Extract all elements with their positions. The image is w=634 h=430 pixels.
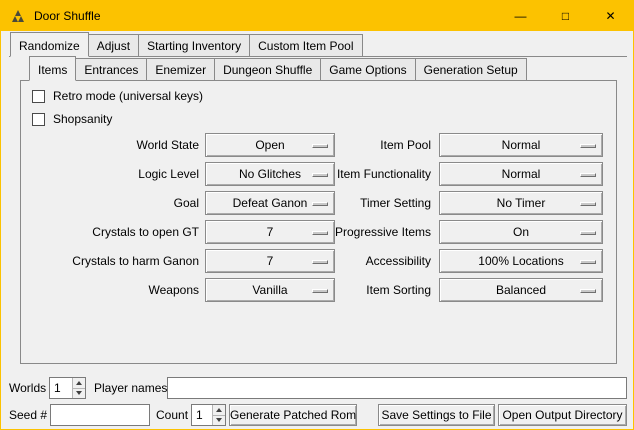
dropdown-indicator-icon [580,260,596,264]
tab-items[interactable]: Items [29,56,76,81]
player-names-input[interactable] [167,377,627,399]
count-spinbox[interactable]: 1 [191,404,226,426]
checkbox-box [32,113,45,126]
save-settings-button[interactable]: Save Settings to File [378,404,495,426]
dropdown-indicator-icon [580,202,596,206]
window-title: Door Shuffle [34,9,101,23]
seed-label: Seed # [9,404,47,426]
logic-level-value: No Glitches [239,167,301,181]
logic-level-label: Logic Level [31,162,199,186]
world-state-dropdown[interactable]: Open [205,133,335,157]
shopsanity-label: Shopsanity [53,110,112,128]
spinner-up-icon[interactable] [213,405,225,416]
progressive-items-value: On [513,225,529,239]
open-output-directory-button[interactable]: Open Output Directory [498,404,627,426]
count-value: 1 [196,405,203,425]
tab-entrances[interactable]: Entrances [76,58,147,80]
goal-label: Goal [31,191,199,215]
tab-starting-inventory[interactable]: Starting Inventory [139,34,250,56]
item-sorting-label: Item Sorting [321,278,431,302]
weapons-label: Weapons [31,278,199,302]
crystals-harm-ganon-label: Crystals to harm Ganon [31,249,199,273]
weapons-value: Vanilla [252,283,287,297]
titlebar: Door Shuffle — □ ✕ [1,1,633,31]
world-state-label: World State [31,133,199,157]
dropdown-indicator-icon [580,173,596,177]
item-functionality-dropdown[interactable]: Normal [439,162,603,186]
item-pool-value: Normal [502,138,541,152]
main-tab-bar: Randomize Adjust Starting Inventory Cust… [10,34,363,57]
worlds-value: 1 [54,378,61,398]
timer-setting-dropdown[interactable]: No Timer [439,191,603,215]
items-pane: Retro mode (universal keys) Shopsanity W… [20,80,617,364]
crystals-harm-ganon-value: 7 [267,254,274,268]
worlds-spinner-arrows [72,378,85,398]
spinner-down-icon[interactable] [213,416,225,426]
dropdown-indicator-icon [580,231,596,235]
tab-dungeon-shuffle[interactable]: Dungeon Shuffle [215,58,321,80]
sub-tab-bar: Items Entrances Enemizer Dungeon Shuffle… [29,58,527,81]
minimize-icon[interactable]: — [498,1,543,31]
weapons-dropdown[interactable]: Vanilla [205,278,335,302]
shopsanity-checkbox[interactable]: Shopsanity [32,110,112,128]
crystals-harm-ganon-dropdown[interactable]: 7 [205,249,335,273]
count-spinner-arrows [212,405,225,425]
item-functionality-value: Normal [502,167,541,181]
item-functionality-label: Item Functionality [321,162,431,186]
world-state-value: Open [255,138,284,152]
retro-mode-checkbox[interactable]: Retro mode (universal keys) [32,87,203,105]
logic-level-dropdown[interactable]: No Glitches [205,162,335,186]
count-label: Count [156,404,188,426]
dropdown-indicator-icon [580,289,596,293]
crystals-open-gt-label: Crystals to open GT [31,220,199,244]
app-icon [10,8,26,24]
seed-input[interactable] [50,404,150,426]
generate-patched-rom-button[interactable]: Generate Patched Rom [229,404,357,426]
worlds-label: Worlds [9,377,46,399]
progressive-items-label: Progressive Items [321,220,431,244]
tab-adjust[interactable]: Adjust [89,34,139,56]
item-sorting-dropdown[interactable]: Balanced [439,278,603,302]
app-window: Door Shuffle — □ ✕ Randomize Adjust Star… [0,0,634,430]
dropdown-indicator-icon [580,144,596,148]
item-pool-label: Item Pool [321,133,431,157]
spinner-down-icon[interactable] [73,389,85,399]
timer-setting-label: Timer Setting [321,191,431,215]
tab-randomize[interactable]: Randomize [10,32,89,57]
checkbox-box [32,90,45,103]
player-names-label: Player names [94,377,167,399]
crystals-open-gt-value: 7 [267,225,274,239]
worlds-spinbox[interactable]: 1 [49,377,86,399]
close-icon[interactable]: ✕ [588,1,633,31]
accessibility-label: Accessibility [321,249,431,273]
tab-custom-item-pool[interactable]: Custom Item Pool [250,34,362,56]
goal-dropdown[interactable]: Defeat Ganon [205,191,335,215]
item-sorting-value: Balanced [496,283,546,297]
accessibility-value: 100% Locations [478,254,563,268]
retro-mode-label: Retro mode (universal keys) [53,87,203,105]
crystals-open-gt-dropdown[interactable]: 7 [205,220,335,244]
tab-generation-setup[interactable]: Generation Setup [416,58,527,80]
tab-game-options[interactable]: Game Options [321,58,415,80]
maximize-icon[interactable]: □ [543,1,588,31]
window-controls: — □ ✕ [498,1,633,31]
accessibility-dropdown[interactable]: 100% Locations [439,249,603,273]
timer-setting-value: No Timer [497,196,546,210]
spinner-up-icon[interactable] [73,378,85,389]
tab-enemizer[interactable]: Enemizer [147,58,215,80]
goal-value: Defeat Ganon [233,196,308,210]
item-pool-dropdown[interactable]: Normal [439,133,603,157]
progressive-items-dropdown[interactable]: On [439,220,603,244]
